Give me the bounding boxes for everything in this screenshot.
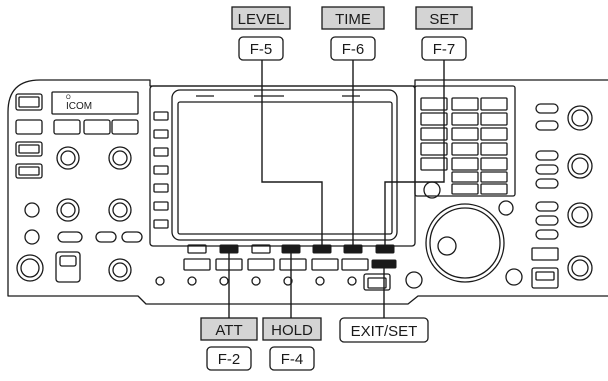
radio-front-panel-diagram: O ICOM LEVEL F-5 TIME F-6 SET F-7 ATT F-…	[0, 0, 608, 376]
display-side-button[interactable]	[153, 111, 169, 121]
right-button[interactable]	[535, 229, 559, 240]
display-side-button[interactable]	[153, 183, 169, 193]
keypad-key[interactable]	[480, 142, 508, 156]
diagram-canvas: O ICOM LEVEL F-5 TIME F-6 SET F-7 ATT F-…	[7, 6, 608, 371]
keypad-key[interactable]	[451, 142, 479, 156]
keypad-key[interactable]	[480, 127, 508, 141]
callout-label-exit-set: EXIT/SET	[351, 323, 418, 340]
keypad-key[interactable]	[420, 157, 448, 171]
brand-logo: ICOM	[66, 101, 92, 112]
keypad-key[interactable]	[451, 157, 479, 171]
function-key-f5[interactable]	[312, 244, 332, 254]
keypad-key[interactable]	[451, 127, 479, 141]
keypad-key[interactable]	[420, 112, 448, 126]
left-button[interactable]	[15, 163, 43, 179]
left-button[interactable]	[15, 141, 43, 157]
small-knob[interactable]	[187, 276, 197, 286]
display-side-button[interactable]	[153, 165, 169, 175]
left-button[interactable]	[53, 119, 81, 135]
function-key-f4[interactable]	[281, 244, 301, 254]
display-side-button[interactable]	[153, 201, 169, 211]
display-side-button[interactable]	[153, 219, 169, 229]
left-button[interactable]	[111, 119, 139, 135]
knob[interactable]	[108, 258, 132, 282]
function-key-label-f2: F-2	[218, 351, 241, 368]
callout-level: LEVEL F-5	[231, 6, 291, 61]
callout-label-hold: HOLD	[271, 322, 313, 339]
logo-box	[51, 91, 139, 115]
small-knob[interactable]	[251, 276, 261, 286]
display-side-button[interactable]	[153, 129, 169, 139]
lower-key[interactable]	[279, 258, 307, 271]
keypad-frame	[414, 85, 516, 197]
left-button[interactable]	[83, 119, 111, 135]
right-button[interactable]	[535, 215, 559, 226]
left-button[interactable]	[57, 231, 83, 243]
jack[interactable]	[24, 202, 40, 218]
small-knob[interactable]	[347, 276, 357, 286]
right-button[interactable]	[535, 103, 559, 114]
display-bezel	[149, 85, 416, 247]
keypad-key[interactable]	[451, 183, 479, 195]
callout-set: SET F-7	[415, 6, 473, 61]
knob[interactable]	[405, 271, 423, 289]
right-button[interactable]	[531, 247, 559, 261]
function-key-label-f4: F-4	[281, 351, 304, 368]
lower-key[interactable]	[341, 258, 369, 271]
callout-label-set: SET	[429, 11, 458, 28]
knob[interactable]	[108, 146, 132, 170]
small-knob[interactable]	[498, 200, 514, 216]
callout-hold: HOLD F-4	[262, 317, 322, 371]
function-key-f6[interactable]	[343, 244, 363, 254]
keypad-key[interactable]	[420, 142, 448, 156]
callout-label-time: TIME	[335, 11, 371, 28]
jack[interactable]	[24, 229, 40, 245]
main-tuning-dial[interactable]	[425, 203, 505, 283]
left-button[interactable]	[95, 231, 117, 243]
right-button[interactable]	[535, 164, 559, 175]
function-key-label-f6: F-6	[342, 41, 365, 58]
display-screen	[177, 101, 393, 235]
knob[interactable]	[108, 198, 132, 222]
small-knob[interactable]	[155, 276, 165, 286]
keypad-key[interactable]	[451, 97, 479, 111]
callout-att: ATT F-2	[200, 317, 258, 371]
lower-key[interactable]	[247, 258, 275, 271]
small-knob[interactable]	[505, 268, 523, 286]
function-key-label-f7: F-7	[433, 41, 456, 58]
function-key-f7[interactable]	[375, 244, 395, 254]
callout-exit-set: EXIT/SET	[339, 317, 429, 343]
callout-label-level: LEVEL	[238, 11, 285, 28]
keypad-key[interactable]	[480, 112, 508, 126]
leader-line-level	[261, 60, 323, 245]
function-key-label-f5: F-5	[250, 41, 273, 58]
keypad-key[interactable]	[420, 127, 448, 141]
keypad-key[interactable]	[480, 183, 508, 195]
display-side-button[interactable]	[153, 147, 169, 157]
right-button[interactable]	[535, 178, 559, 189]
knob[interactable]	[56, 198, 80, 222]
left-button[interactable]	[15, 119, 43, 135]
keypad-key[interactable]	[480, 171, 508, 183]
dial-finger-grip	[437, 236, 457, 256]
small-knob[interactable]	[315, 276, 325, 286]
keypad-key[interactable]	[480, 157, 508, 171]
lower-key[interactable]	[311, 258, 339, 271]
keypad-key[interactable]	[420, 97, 448, 111]
callout-time: TIME F-6	[321, 6, 385, 61]
knob[interactable]	[56, 146, 80, 170]
right-button[interactable]	[535, 201, 559, 212]
keypad-key[interactable]	[451, 112, 479, 126]
exit-set-key[interactable]	[371, 259, 397, 269]
keypad-key[interactable]	[480, 97, 508, 111]
small-knob[interactable]	[219, 276, 229, 286]
right-button[interactable]	[535, 120, 559, 131]
left-button[interactable]	[121, 231, 143, 243]
right-button[interactable]	[535, 150, 559, 161]
lower-key[interactable]	[183, 258, 211, 271]
callout-label-att: ATT	[215, 322, 242, 339]
function-key-f2[interactable]	[219, 244, 239, 254]
keypad-key[interactable]	[451, 171, 479, 183]
